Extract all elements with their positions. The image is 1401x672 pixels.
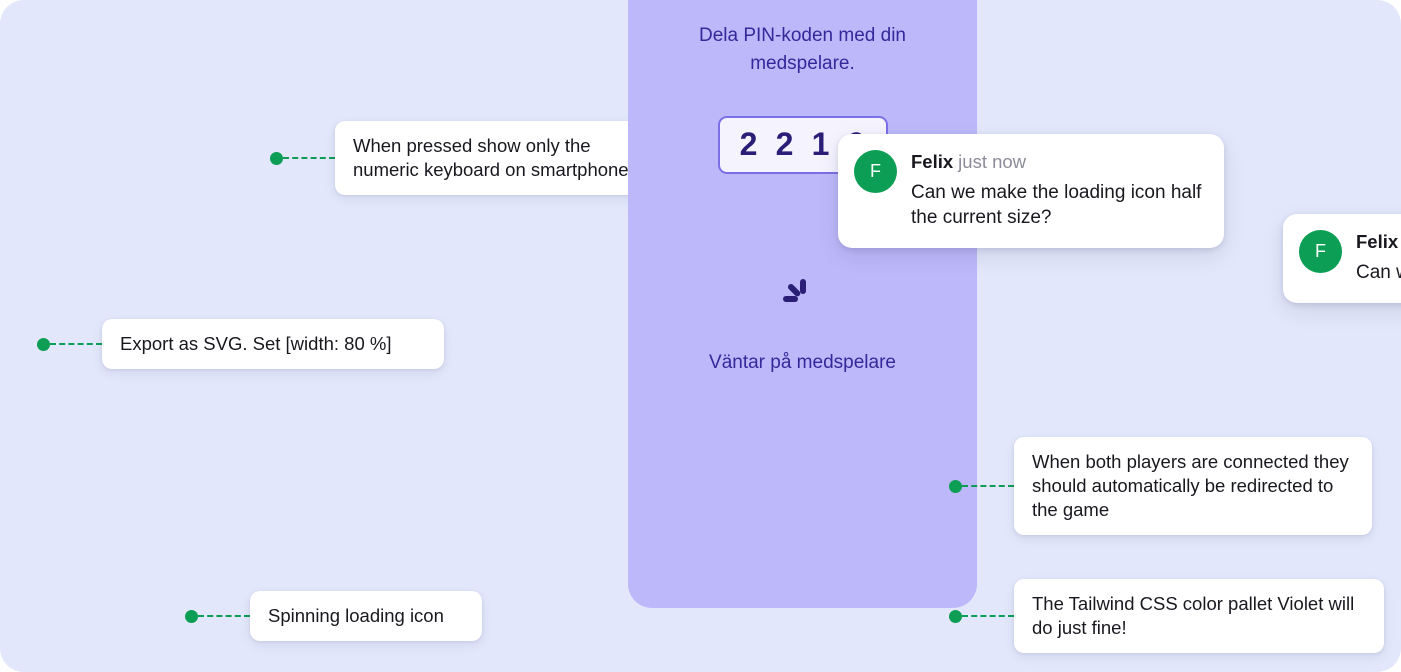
annotation-text: When both players are connected they sho… (1014, 437, 1372, 535)
annotation-tailwind-violet[interactable]: The Tailwind CSS color pallet Violet wil… (949, 579, 1384, 653)
annotation-auto-redirect[interactable]: When both players are connected they sho… (949, 437, 1372, 535)
comment-card[interactable]: F Felix Can we make the loading icon hal… (1283, 214, 1401, 303)
prototype-panel-share-pin: Dela PIN-kod Dela PIN-koden med din meds… (628, 0, 977, 608)
annotation-connector-line (50, 343, 102, 345)
annotation-export-svg[interactable]: Export as SVG. Set [width: 80 %] (37, 319, 444, 369)
comment-text: Can we make the loading icon half the cu… (1356, 262, 1401, 283)
annotation-text: The Tailwind CSS color pallet Violet wil… (1014, 579, 1384, 653)
annotation-marker-dot[interactable] (949, 479, 962, 493)
comment-author: Felix (911, 151, 954, 172)
comment-author: Felix (1356, 231, 1399, 252)
annotation-spinning-icon[interactable]: Spinning loading icon (185, 591, 482, 641)
annotation-text: Spinning loading icon (250, 591, 482, 641)
panel-subtitle: Dela PIN-koden med din medspelare. (699, 25, 906, 74)
annotation-marker-dot[interactable] (949, 609, 962, 623)
annotation-text: When pressed show only the numeric keybo… (335, 121, 665, 195)
annotation-marker-dot[interactable] (37, 337, 50, 351)
spinner-dash (782, 296, 798, 302)
annotation-marker-dot[interactable] (185, 609, 198, 623)
page-title: Dela PIN-kod (628, 0, 977, 8)
comment-header: Felix just now (911, 151, 1204, 173)
comment-text: Can we make the loading icon half the cu… (911, 182, 1202, 228)
comment-body: Felix Can we make the loading icon half … (1356, 230, 1401, 285)
avatar: F (854, 150, 897, 193)
annotation-connector-line (962, 615, 1014, 617)
status-text-waiting: Väntar på medspelare (709, 352, 896, 373)
annotation-connector-line (962, 485, 1014, 487)
avatar: F (1299, 230, 1342, 273)
comment-card[interactable]: F Felix just now Can we make the loading … (838, 134, 1224, 248)
annotation-connector-line (283, 157, 335, 159)
pin-digit: 2 (739, 126, 758, 162)
annotation-text: Export as SVG. Set [width: 80 %] (102, 319, 444, 369)
annotation-marker-dot[interactable] (270, 151, 283, 165)
spinning-loader-icon (780, 276, 826, 322)
comment-header: Felix (1356, 231, 1401, 253)
annotation-connector-line (198, 615, 250, 617)
pin-digit: 2 (775, 126, 794, 162)
comment-body: Felix just now Can we make the loading ic… (911, 150, 1204, 230)
prototype-canvas: When pressed show only the numeric keybo… (0, 0, 1401, 672)
comment-timestamp: just now (958, 151, 1027, 172)
annotation-numeric-keyboard[interactable]: When pressed show only the numeric keybo… (270, 121, 665, 195)
pin-digit: 1 (811, 126, 830, 162)
